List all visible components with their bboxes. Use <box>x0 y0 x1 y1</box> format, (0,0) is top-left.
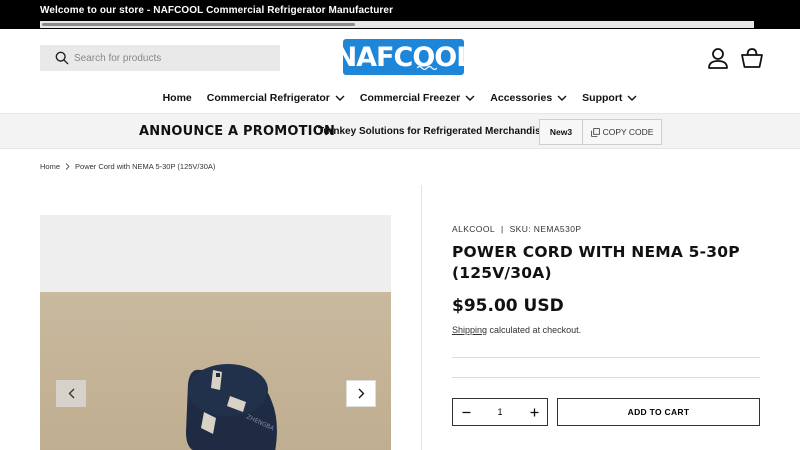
product-gallery[interactable]: ZHENGBA <box>40 215 391 450</box>
nav-label: Commercial Freezer <box>359 92 461 104</box>
chevron-down-icon <box>335 95 345 101</box>
product-price: $95.00 USD <box>452 296 564 316</box>
chevron-left-icon <box>68 388 74 399</box>
product-title: POWER CORD WITH NEMA 5-30P (125V/30A) <box>452 243 740 282</box>
nav-label: Support <box>582 92 623 104</box>
announcement-scrollbar-thumb[interactable] <box>42 23 355 26</box>
quantity-decrease-button[interactable] <box>459 405 473 419</box>
gallery-prev-button[interactable] <box>56 380 86 407</box>
main-nav: Home Commercial Refrigerator Commercial … <box>0 92 800 104</box>
quantity-increase-button[interactable] <box>527 405 541 419</box>
announcement-text: Welcome to our store - NAFCOOL Commercia… <box>40 5 394 16</box>
nav-item-home[interactable]: Home <box>163 92 192 104</box>
divider <box>452 357 760 358</box>
promotion-bar: ANNOUNCE A PROMOTION Turnkey Solutions f… <box>0 113 800 149</box>
quantity-stepper <box>452 398 548 426</box>
account-icon[interactable] <box>707 47 729 69</box>
add-to-cart-button[interactable]: ADD TO CART <box>557 398 760 426</box>
column-divider <box>421 185 422 450</box>
breadcrumb-home[interactable]: Home <box>40 162 60 171</box>
nav-label: Home <box>162 92 192 104</box>
nav-item-accessories[interactable]: Accessories <box>490 92 567 104</box>
chevron-right-icon <box>65 163 70 170</box>
copy-icon <box>590 127 600 137</box>
breadcrumb-current: Power Cord with NEMA 5-30P (125V/30A) <box>75 162 216 171</box>
breadcrumb: Home Power Cord with NEMA 5-30P (125V/30… <box>40 162 215 171</box>
copy-code-button[interactable]: COPY CODE <box>583 120 661 144</box>
nav-item-commercial-refrigerator[interactable]: Commercial Refrigerator <box>207 92 345 104</box>
meta-separator: | <box>500 224 504 234</box>
chevron-down-icon <box>465 95 475 101</box>
plus-icon <box>530 408 538 416</box>
shipping-note: Shipping calculated at checkout. <box>452 325 581 335</box>
product-sku: SKU: NEMA530P <box>509 224 582 234</box>
cart-icon[interactable] <box>741 47 763 69</box>
promo-code-box: New3 COPY CODE <box>539 119 662 145</box>
search-input[interactable] <box>74 52 264 64</box>
product-vendor: ALKCOOL <box>452 224 495 234</box>
product-meta: ALKCOOL | SKU: NEMA530P <box>452 224 581 234</box>
chevron-right-icon <box>358 388 364 399</box>
search-bar[interactable] <box>40 45 280 71</box>
shipping-link[interactable]: Shipping <box>452 325 487 335</box>
logo-text: NAFCOOL <box>334 41 474 73</box>
wave-icon <box>417 65 437 71</box>
nav-item-commercial-freezer[interactable]: Commercial Freezer <box>360 92 475 104</box>
product-image: ZHENGBA <box>40 292 391 450</box>
divider <box>452 377 760 378</box>
nav-item-support[interactable]: Support <box>582 92 637 104</box>
minus-icon <box>462 411 470 413</box>
nav-label: Accessories <box>490 92 553 104</box>
power-plug-image: ZHENGBA <box>186 364 277 450</box>
search-icon <box>55 51 69 65</box>
site-logo[interactable]: NAFCOOL <box>335 39 473 75</box>
promo-subtitle: Turnkey Solutions for Refrigerated Merch… <box>318 126 556 137</box>
promo-code: New3 <box>540 120 583 144</box>
chevron-down-icon <box>627 95 637 101</box>
quantity-input[interactable] <box>485 407 515 417</box>
chevron-down-icon <box>557 95 567 101</box>
copy-code-label: COPY CODE <box>602 127 654 137</box>
gallery-next-button[interactable] <box>346 380 376 407</box>
promo-title: ANNOUNCE A PROMOTION <box>139 124 336 139</box>
shipping-text: calculated at checkout. <box>487 325 582 335</box>
nav-label: Commercial Refrigerator <box>206 92 330 104</box>
